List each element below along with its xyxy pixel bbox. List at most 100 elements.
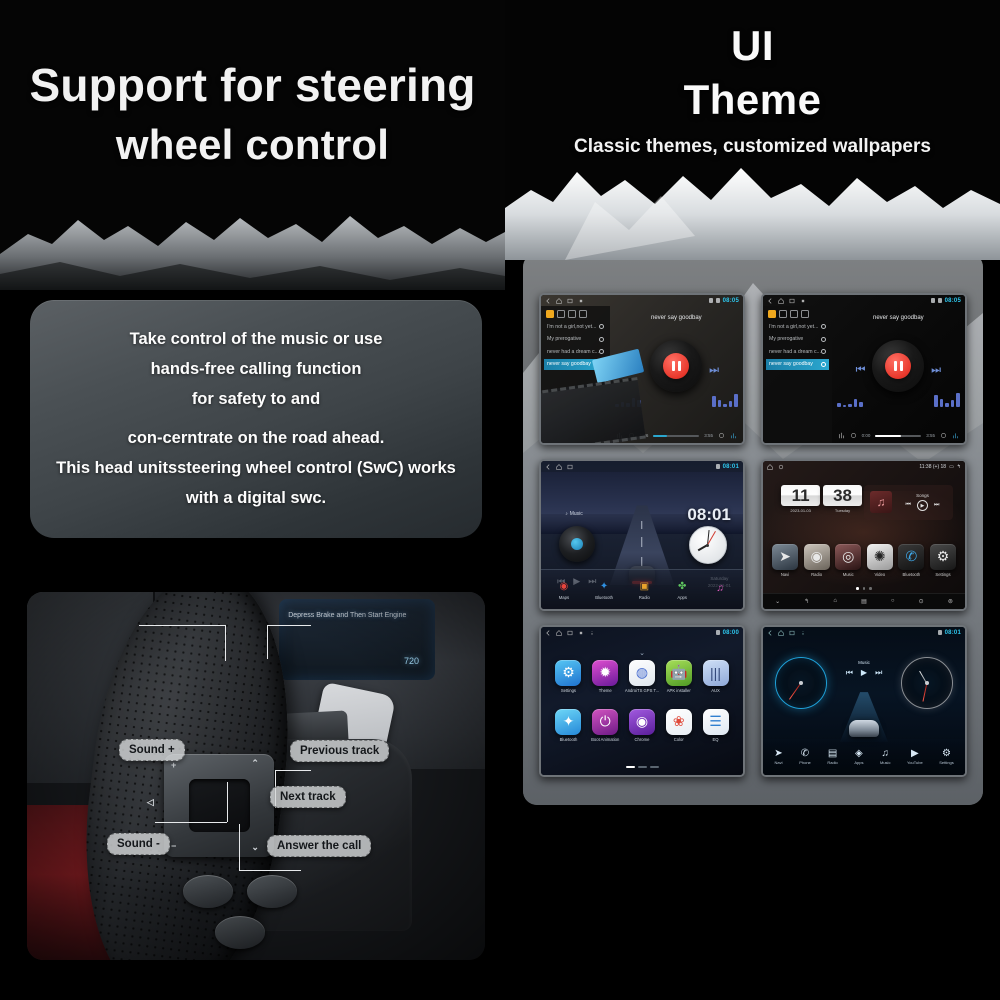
theme-icon[interactable]: ✹ bbox=[592, 659, 619, 686]
settings-icon[interactable] bbox=[718, 432, 725, 439]
settings-icon[interactable] bbox=[940, 432, 947, 439]
info-icon[interactable] bbox=[589, 630, 595, 636]
tab-all-songs[interactable] bbox=[768, 310, 776, 318]
recents-icon[interactable] bbox=[567, 464, 573, 470]
app-item-color[interactable]: ❀ Color bbox=[661, 708, 696, 754]
app-item-bluetooth[interactable]: ✦ Bluetooth bbox=[551, 708, 586, 754]
volume-icon[interactable]: ⌄ bbox=[775, 598, 780, 605]
stop-icon[interactable] bbox=[578, 298, 584, 304]
seek-bar[interactable] bbox=[653, 434, 700, 437]
gear-icon[interactable]: ⚙ bbox=[929, 543, 956, 570]
launcher-icon-row[interactable]: ➤ Navi ◉ Radio ◎ Music ✺ Video ✆ Bluetoo… bbox=[771, 538, 957, 582]
status-bar-nav[interactable] bbox=[545, 297, 584, 304]
back-icon[interactable] bbox=[767, 297, 773, 304]
playlist-item[interactable]: never had a dream c... bbox=[766, 346, 829, 357]
power-icon[interactable]: ⊚ bbox=[948, 598, 953, 605]
screen-music-player-light[interactable]: 08:05 I'm not a girl,not yet... My prero… bbox=[539, 293, 745, 445]
playlist-item[interactable]: never had a dream c... bbox=[544, 346, 607, 357]
back-icon[interactable]: ↰ bbox=[804, 598, 809, 605]
back-icon[interactable] bbox=[545, 629, 551, 636]
pause-button[interactable] bbox=[663, 353, 690, 380]
map-pin-icon[interactable]: ◉ bbox=[557, 580, 570, 593]
previous-track-icon[interactable]: ⏮ bbox=[906, 502, 911, 509]
home-icon[interactable] bbox=[767, 464, 773, 470]
repeat-icon[interactable] bbox=[850, 432, 857, 439]
apps-icon[interactable]: ○ bbox=[891, 598, 895, 604]
play-circle-icon[interactable] bbox=[598, 336, 604, 342]
recents-icon[interactable] bbox=[789, 630, 795, 636]
next-track-icon[interactable]: ⏭ bbox=[709, 364, 719, 377]
launcher-item-bluetooth[interactable]: ✆ Bluetooth bbox=[897, 543, 925, 577]
screenshot-icon[interactable]: ▭ bbox=[949, 464, 954, 470]
bluetooth-icon[interactable]: ✆ bbox=[898, 543, 925, 570]
dock-item-bluetooth[interactable]: ✦ Bluetooth bbox=[595, 580, 613, 600]
play-circle-icon[interactable] bbox=[598, 349, 604, 354]
app-item-apk-installer[interactable]: 🤖 APK installer bbox=[661, 659, 696, 705]
settings-icon[interactable]: ⊙ bbox=[919, 598, 924, 605]
dock-item-radio[interactable]: ▤ Radio bbox=[827, 748, 837, 765]
color-wheel-icon[interactable]: ❀ bbox=[665, 708, 692, 735]
tab-artists[interactable] bbox=[779, 310, 787, 318]
music-note-icon[interactable]: ♫ bbox=[881, 748, 889, 759]
bluetooth-icon[interactable]: ✦ bbox=[598, 580, 611, 593]
play-circle-icon[interactable] bbox=[820, 336, 826, 342]
app-item-boot-animation[interactable]: ⏻ Boot Animation bbox=[588, 708, 623, 754]
recents-icon[interactable] bbox=[789, 298, 795, 304]
chevron-down-icon[interactable]: ⌄ bbox=[639, 649, 645, 657]
app-item-settings[interactable]: ⚙ Settings bbox=[551, 659, 586, 705]
flip-clock-widget[interactable]: 11 2023-01-03 38 Tuesday bbox=[781, 484, 862, 523]
dock-item-apps[interactable]: ✤ Apps bbox=[676, 580, 689, 600]
home-icon[interactable] bbox=[778, 297, 784, 304]
screen-dashboard-gauges[interactable]: 08:01 Music ⏮ ▶ ⏭ ➤ Navi ✆ Phone ▤ Radio… bbox=[761, 625, 967, 777]
dock-item-navi[interactable]: ➤ Navi bbox=[774, 748, 782, 765]
status-bar-nav[interactable] bbox=[767, 464, 784, 470]
radio-icon[interactable]: ◉ bbox=[803, 543, 830, 570]
info-icon[interactable] bbox=[800, 630, 806, 636]
tab-folders[interactable] bbox=[801, 310, 809, 318]
status-bar-nav[interactable] bbox=[767, 297, 806, 304]
app-item-chrome[interactable]: ◉ Chrome bbox=[625, 708, 660, 754]
app-item-eq[interactable]: ☰ EQ bbox=[698, 708, 733, 754]
songs-transport[interactable]: ⏮ ▶ ⏭ bbox=[906, 500, 939, 512]
youtube-icon[interactable]: ▶ bbox=[911, 748, 919, 759]
playlist-item-selected[interactable]: never say goodbay bbox=[766, 358, 829, 370]
next-track-icon[interactable]: ⏭ bbox=[875, 668, 882, 678]
player-controls[interactable]: 0:00 3:55 bbox=[832, 432, 965, 439]
navigation-icon[interactable]: ➤ bbox=[774, 748, 782, 759]
tab-all-songs[interactable] bbox=[546, 310, 554, 318]
navigation-icon[interactable]: ➤ bbox=[772, 543, 799, 570]
screen-car-home-road[interactable]: 08:01 ♪ Music 08:01 ◉ Maps ✦ Bluetooth ▣… bbox=[539, 459, 745, 611]
equalizer-icon[interactable] bbox=[838, 432, 845, 439]
back-icon[interactable] bbox=[545, 297, 551, 304]
equalizer-icon[interactable]: ☰ bbox=[702, 708, 729, 735]
dock-item-settings[interactable]: ⚙ Settings bbox=[939, 748, 953, 765]
app-item-theme[interactable]: ✹ Theme bbox=[588, 659, 623, 705]
home-dock[interactable]: ◉ Maps ✦ Bluetooth ▣ Radio ✤ Apps ♫ bbox=[541, 569, 743, 609]
apps-icon[interactable] bbox=[778, 464, 784, 470]
bluetooth-icon[interactable]: ✦ bbox=[555, 708, 582, 735]
app-item-aux[interactable]: ||| AUX bbox=[698, 659, 733, 705]
launcher-item-navi[interactable]: ➤ Navi bbox=[771, 543, 799, 577]
apps-icon[interactable]: ✤ bbox=[676, 580, 689, 593]
stop-icon[interactable] bbox=[578, 630, 584, 636]
gps-icon[interactable]: ◍ bbox=[628, 659, 655, 686]
stop-icon[interactable] bbox=[800, 298, 806, 304]
chrome-icon[interactable]: ◉ bbox=[628, 708, 655, 735]
home-icon[interactable] bbox=[778, 629, 784, 636]
play-button[interactable]: ▶ bbox=[916, 500, 928, 512]
dock-item-phone[interactable]: ✆ Phone bbox=[799, 748, 811, 765]
back-icon[interactable]: ↰ bbox=[957, 464, 961, 470]
play-circle-icon[interactable] bbox=[820, 349, 826, 354]
gear-icon[interactable]: ⚙ bbox=[942, 748, 951, 759]
status-bar-nav[interactable] bbox=[545, 629, 595, 636]
home-icon[interactable] bbox=[556, 463, 562, 470]
recents-icon[interactable]: ▤ bbox=[861, 598, 867, 605]
playlist-sidebar[interactable]: I'm not a girl,not yet... My prerogative… bbox=[763, 306, 832, 443]
seek-bar[interactable] bbox=[875, 434, 922, 437]
next-track-icon[interactable]: ⏭ bbox=[934, 502, 939, 509]
home-icon[interactable] bbox=[556, 629, 562, 636]
music-vinyl-widget[interactable] bbox=[559, 526, 596, 563]
screen-launcher-flip-clock[interactable]: 11:38 (+) 18 ▭ ↰ 11 2023-01-03 38 Tuesda… bbox=[761, 459, 967, 611]
home-icon[interactable]: ⌂ bbox=[833, 598, 837, 604]
dock-item-music[interactable]: ♫ Music bbox=[880, 748, 890, 765]
